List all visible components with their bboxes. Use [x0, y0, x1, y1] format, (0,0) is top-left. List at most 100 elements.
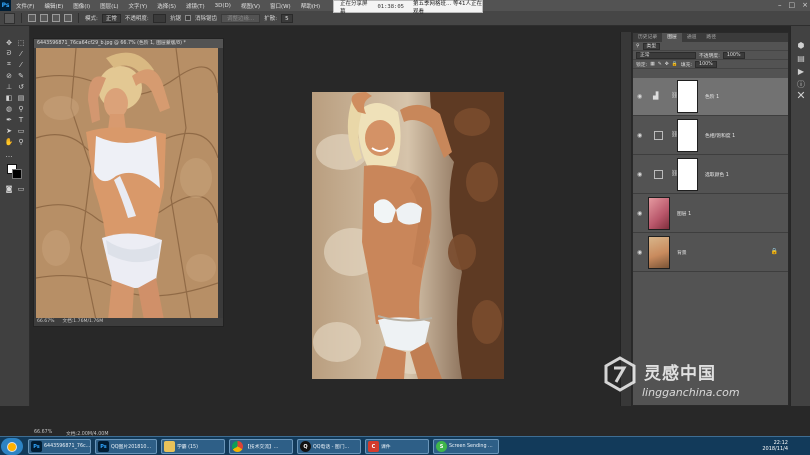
spot-healing-tool-icon[interactable]: ⊘ — [4, 71, 14, 80]
layer-row-selective-color[interactable]: ◉ ⛓ 选取颜色 1 — [633, 156, 788, 194]
spread-field[interactable]: 5 — [281, 13, 293, 23]
taskbar-item[interactable]: C 课件 — [365, 439, 429, 454]
blend-mode-select[interactable]: 正常 — [636, 51, 696, 59]
new-selection-icon[interactable] — [28, 14, 36, 22]
lock-paint-icon[interactable]: ✎ — [658, 62, 662, 67]
visibility-eye-icon[interactable]: ◉ — [637, 93, 644, 100]
document-zoom[interactable]: 66.67% — [37, 318, 55, 326]
layer-mask-thumbnail[interactable] — [677, 80, 698, 113]
main-canvas-photo[interactable] — [312, 92, 504, 379]
layer-lock-icon[interactable]: 🔒 — [771, 248, 778, 255]
lock-position-icon[interactable]: ✥ — [665, 62, 669, 67]
lock-transparency-icon[interactable]: ▦ — [650, 62, 655, 67]
history-brush-tool-icon[interactable]: ↺ — [16, 82, 26, 91]
eyedropper-tool-icon[interactable]: ⁄ — [16, 60, 26, 69]
tab-channels[interactable]: 通道 — [682, 33, 702, 42]
current-tool-preset-icon[interactable] — [4, 12, 15, 24]
visibility-eye-icon[interactable]: ◉ — [637, 171, 644, 178]
blur-tool-icon[interactable]: ◍ — [4, 104, 14, 113]
taskbar-item[interactable]: Ps 6443596871_76c... — [28, 439, 91, 454]
type-tool-icon[interactable]: T — [16, 115, 26, 124]
close-icon[interactable]: × — [802, 0, 808, 11]
menu-select[interactable]: 选择(S) — [152, 2, 181, 10]
taskbar-item[interactable]: S Screen Sending ... — [433, 439, 499, 454]
move-tool-icon[interactable]: ✥ — [4, 38, 14, 47]
intersect-selection-icon[interactable] — [64, 14, 72, 22]
start-button[interactable] — [1, 438, 23, 455]
anti-alias-checkbox[interactable] — [185, 15, 191, 21]
pen-tool-icon[interactable]: ✒ — [4, 115, 14, 124]
layer-name[interactable]: 图层 1 — [677, 210, 691, 217]
lock-all-icon[interactable]: 🔒 — [672, 62, 678, 67]
menu-filter[interactable]: 滤镜(T) — [181, 2, 210, 10]
menu-3d[interactable]: 3D(D) — [210, 3, 236, 9]
eraser-tool-icon[interactable]: ◧ — [4, 93, 14, 102]
menu-file[interactable]: 文件(F) — [11, 2, 39, 10]
menu-layer[interactable]: 图层(L) — [95, 2, 123, 10]
layer-thumbnail[interactable] — [648, 197, 670, 230]
path-selection-tool-icon[interactable]: ➤ — [4, 126, 14, 135]
source-document-window[interactable]: 6443596871_76ca64cf29_b.jpg @ 66.7% (色阶 … — [33, 38, 224, 327]
hand-tool-icon[interactable]: ✋ — [4, 137, 14, 146]
mode-select[interactable]: 正常 — [101, 13, 121, 23]
zoom-tool-icon[interactable]: ⚲ — [16, 137, 26, 146]
document-title[interactable]: 6443596871_76ca64cf29_b.jpg @ 66.7% (色阶 … — [34, 39, 223, 48]
refine-edge-button[interactable]: 调整边缘... — [221, 13, 261, 23]
shape-tool-icon[interactable]: ▭ — [16, 126, 26, 135]
visibility-eye-icon[interactable]: ◉ — [637, 249, 644, 256]
properties-icon[interactable]: ▤ — [796, 53, 806, 63]
magic-wand-tool-icon[interactable]: ⁄ — [16, 49, 26, 58]
opacity-field[interactable] — [152, 13, 166, 23]
play-actions-icon[interactable]: ▶ — [796, 66, 806, 76]
clone-stamp-tool-icon[interactable]: ⊥ — [4, 82, 14, 91]
add-selection-icon[interactable] — [40, 14, 48, 22]
taskbar-item[interactable]: Q QQ电话 - 图门... — [297, 439, 361, 454]
visibility-eye-icon[interactable]: ◉ — [637, 210, 644, 217]
menu-help[interactable]: 帮助(H) — [296, 2, 325, 10]
maximize-icon[interactable]: □ — [789, 0, 796, 11]
gradient-tool-icon[interactable]: ▤ — [16, 93, 26, 102]
tab-paths[interactable]: 路径 — [701, 33, 721, 42]
screen-mode-icon[interactable]: ▭ — [16, 184, 26, 193]
layer-name[interactable]: 色相/饱和度 1 — [705, 132, 735, 139]
crop-tool-icon[interactable]: ⌗ — [4, 60, 14, 69]
layer-name[interactable]: 背景 — [677, 249, 687, 256]
dodge-tool-icon[interactable]: ⚲ — [16, 104, 26, 113]
info-panel-icon[interactable]: ⓘ — [796, 79, 806, 89]
menu-type[interactable]: 文字(Y) — [124, 2, 153, 10]
menu-window[interactable]: 窗口(W) — [265, 2, 296, 10]
taskbar-item[interactable]: 【技术交流】... — [229, 439, 293, 454]
menu-image[interactable]: 图像(I) — [68, 2, 95, 10]
layer-row-levels[interactable]: ◉ ▟ ⛓ 色阶 1 — [633, 78, 788, 116]
taskbar-item[interactable]: 学霸 (15) — [161, 439, 225, 454]
collapsed-panel-strip[interactable] — [620, 32, 631, 406]
layer-fill-field[interactable]: 100% — [695, 60, 717, 68]
taskbar-item[interactable]: Ps QQ图片201810... — [95, 439, 157, 454]
3d-panel-icon[interactable]: ⬢ — [796, 40, 806, 50]
more-tools-icon[interactable]: … — [4, 150, 14, 159]
menu-view[interactable]: 视图(V) — [236, 2, 265, 10]
layer-mask-thumbnail[interactable] — [677, 158, 698, 191]
background-color-swatch[interactable] — [12, 169, 22, 179]
layer-mask-thumbnail[interactable] — [677, 119, 698, 152]
layer-row-layer-1[interactable]: ◉ 图层 1 — [633, 195, 788, 233]
subtract-selection-icon[interactable] — [52, 14, 60, 22]
lasso-tool-icon[interactable]: ᘐ — [4, 49, 14, 58]
close-panel-icon[interactable]: ✕ — [796, 89, 806, 102]
system-clock[interactable]: 22:12 2018/11/4 — [762, 440, 788, 452]
layer-row-background[interactable]: ◉ 背景 🔒 — [633, 234, 788, 272]
brush-tool-icon[interactable]: ✎ — [16, 71, 26, 80]
layer-name[interactable]: 色阶 1 — [705, 93, 719, 100]
marquee-tool-icon[interactable]: ⬚ — [16, 38, 26, 47]
layer-name[interactable]: 选取颜色 1 — [705, 171, 729, 178]
tab-layers[interactable]: 图层 — [662, 33, 682, 42]
layer-opacity-field[interactable]: 100% — [722, 51, 745, 59]
layer-thumbnail[interactable] — [648, 236, 670, 269]
menu-edit[interactable]: 编辑(E) — [39, 2, 68, 10]
tab-history[interactable]: 历史记录 — [633, 33, 662, 42]
status-zoom[interactable]: 66.67% — [34, 430, 52, 435]
layer-row-hue-saturation[interactable]: ◉ ⛓ 色相/饱和度 1 — [633, 117, 788, 155]
quick-mask-icon[interactable]: ◙ — [4, 184, 14, 193]
layer-kind-filter[interactable]: 类型 — [642, 42, 661, 50]
visibility-eye-icon[interactable]: ◉ — [637, 132, 644, 139]
